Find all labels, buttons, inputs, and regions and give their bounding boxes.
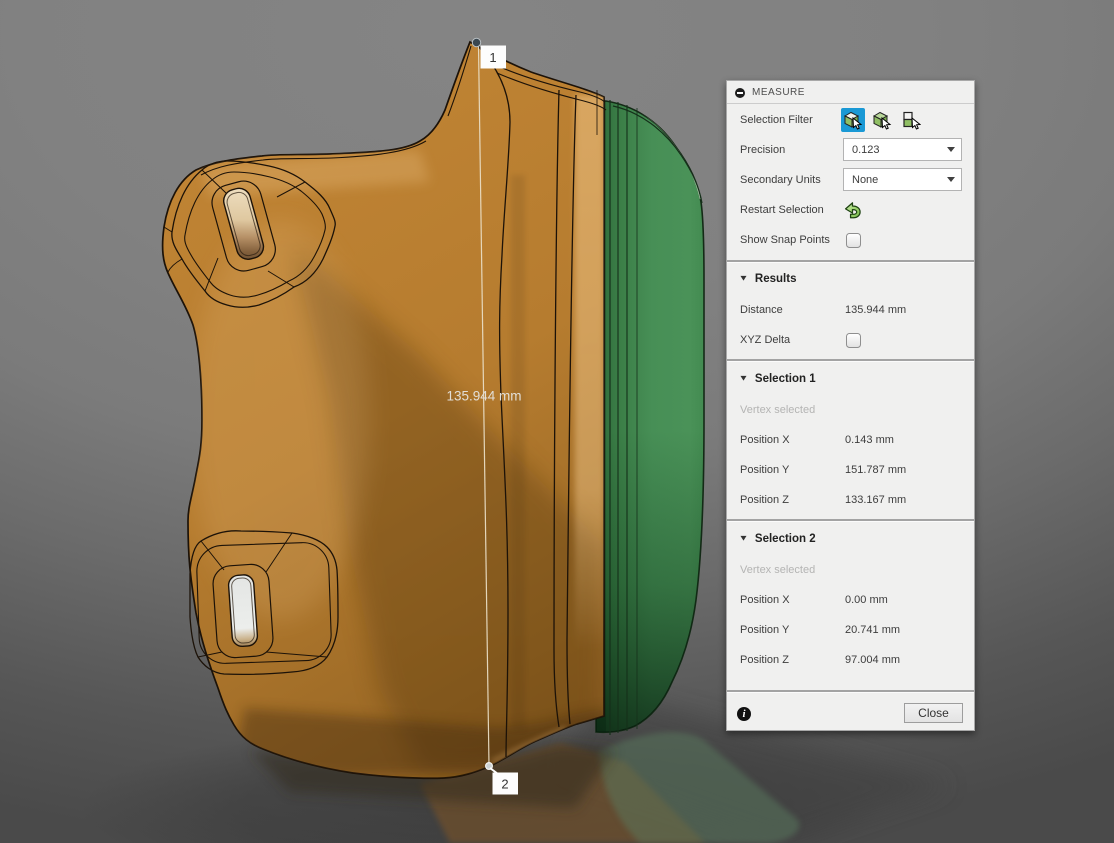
svg-text:135.944 mm: 135.944 mm [446, 389, 521, 404]
svg-text:2: 2 [501, 777, 508, 792]
svg-text:1: 1 [489, 50, 496, 65]
